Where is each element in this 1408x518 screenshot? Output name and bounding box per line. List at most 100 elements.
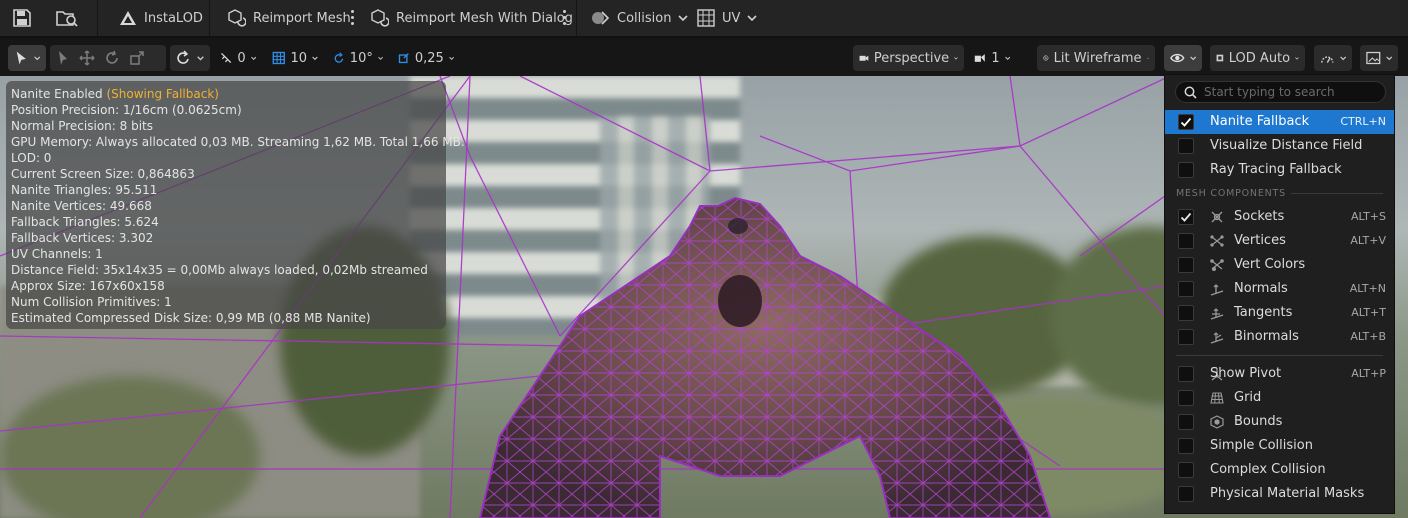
menu-search-field[interactable] bbox=[1175, 81, 1386, 103]
chevron-down-icon bbox=[1339, 55, 1346, 60]
coordinate-system-button[interactable] bbox=[170, 45, 210, 71]
menu-item-tangents[interactable]: Tangents ALT+T bbox=[1165, 301, 1394, 325]
layout-menu[interactable] bbox=[1360, 45, 1398, 71]
show-pivot-checkbox[interactable] bbox=[1178, 366, 1194, 382]
angle-snap-icon bbox=[334, 52, 344, 63]
menu-item-complex-collision[interactable]: Complex Collision bbox=[1165, 458, 1394, 482]
menu-item-label: Complex Collision bbox=[1210, 462, 1326, 477]
performance-menu[interactable] bbox=[1314, 45, 1352, 71]
uv-menu[interactable]: UV bbox=[697, 0, 757, 36]
main-toolbar: InstaLOD Reimport Mesh Reimport Mesh Wit… bbox=[0, 0, 1408, 38]
chevron-down-icon bbox=[954, 56, 958, 60]
menu-item-nanite-fallback[interactable]: Nanite Fallback CTRL+N bbox=[1165, 110, 1394, 134]
menu-item-normals[interactable]: Normals ALT+N bbox=[1165, 277, 1394, 301]
transform-tools bbox=[50, 45, 166, 71]
menu-item-physical-material-masks[interactable]: Physical Material Masks bbox=[1165, 482, 1394, 506]
nanite-fallback-checkbox[interactable] bbox=[1178, 114, 1194, 130]
menu-search-input[interactable] bbox=[1204, 85, 1374, 99]
grid-snap-button[interactable]: 10 bbox=[266, 45, 324, 71]
view-mode-menu[interactable]: Lit Wireframe bbox=[1037, 45, 1155, 71]
grid-snap-icon bbox=[272, 51, 285, 65]
menu-item-ray-tracing-fallback[interactable]: Ray Tracing Fallback bbox=[1165, 158, 1394, 182]
menu-item-label: Normals bbox=[1234, 281, 1288, 296]
menu-item-label: Ray Tracing Fallback bbox=[1210, 162, 1342, 177]
rotate-snap-value: 0 bbox=[237, 50, 246, 66]
vert-colors-icon bbox=[1210, 259, 1224, 271]
nanite-enabled-text: Nanite Enabled bbox=[11, 87, 103, 101]
menu-item-label: Binormals bbox=[1234, 329, 1299, 344]
scale-snap-button[interactable]: 0,25 bbox=[392, 45, 460, 71]
normals-checkbox[interactable] bbox=[1178, 281, 1194, 297]
chevron-down-icon bbox=[449, 56, 454, 60]
select-arrow-icon[interactable] bbox=[56, 50, 70, 66]
stat-line: Distance Field: 35x14x35 = 0,00Mb always… bbox=[11, 263, 428, 277]
uv-label: UV bbox=[722, 10, 741, 26]
physical-material-masks-checkbox[interactable] bbox=[1178, 486, 1194, 502]
simple-collision-checkbox[interactable] bbox=[1178, 438, 1194, 454]
save-button[interactable] bbox=[12, 0, 32, 36]
checkmark-icon bbox=[1180, 117, 1192, 127]
select-mode-button[interactable] bbox=[8, 45, 46, 71]
stat-line: Fallback Triangles: 5.624 bbox=[11, 215, 159, 229]
vertices-icon bbox=[1210, 235, 1224, 247]
menu-item-label: Physical Material Masks bbox=[1210, 486, 1365, 501]
collision-menu[interactable]: Collision bbox=[590, 0, 689, 36]
search-icon bbox=[1184, 86, 1197, 99]
instalod-label: InstaLOD bbox=[144, 10, 203, 26]
perspective-menu[interactable]: Perspective bbox=[853, 45, 964, 71]
bounds-checkbox[interactable] bbox=[1178, 414, 1194, 430]
menu-item-grid[interactable]: Grid bbox=[1165, 386, 1394, 410]
menu-item-visualize-distance-field[interactable]: Visualize Distance Field bbox=[1165, 134, 1394, 158]
menu-item-vertices[interactable]: Vertices ALT+V bbox=[1165, 229, 1394, 253]
folder-search-icon bbox=[56, 11, 78, 27]
menu-item-shortcut: ALT+T bbox=[1351, 306, 1386, 319]
menu-item-show-pivot[interactable]: Show Pivot ALT+P bbox=[1165, 362, 1394, 386]
sockets-checkbox[interactable] bbox=[1178, 209, 1194, 225]
grid-snap-value: 10 bbox=[290, 50, 308, 66]
rotate-icon[interactable] bbox=[104, 50, 120, 66]
menu-item-shortcut: CTRL+N bbox=[1340, 115, 1386, 128]
menu-item-binormals[interactable]: Binormals ALT+B bbox=[1165, 325, 1394, 349]
browse-asset-button[interactable] bbox=[55, 0, 79, 36]
chevron-down-icon bbox=[33, 55, 40, 60]
tangents-checkbox[interactable] bbox=[1178, 305, 1194, 321]
instalod-button[interactable]: InstaLOD bbox=[119, 0, 203, 36]
lod-menu[interactable]: LOD Auto bbox=[1210, 45, 1305, 71]
camera-speed-icon bbox=[974, 54, 985, 62]
collision-label: Collision bbox=[617, 10, 672, 26]
show-menu-button[interactable] bbox=[1164, 45, 1202, 71]
ray-tracing-fallback-checkbox[interactable] bbox=[1178, 162, 1194, 178]
grid-checkbox[interactable] bbox=[1178, 390, 1194, 406]
camera-speed-button[interactable]: 1 bbox=[968, 45, 1016, 71]
vertices-checkbox[interactable] bbox=[1178, 233, 1194, 249]
reimport-mesh-options-button[interactable] bbox=[351, 10, 355, 26]
reimport-mesh-dialog-label: Reimport Mesh With Dialog bbox=[396, 10, 573, 26]
reimport-mesh-button[interactable]: Reimport Mesh bbox=[226, 0, 351, 36]
chevron-down-icon bbox=[197, 55, 204, 60]
surface-snap-button[interactable]: 0 bbox=[214, 45, 262, 71]
scale-icon[interactable] bbox=[129, 50, 145, 66]
gauge-icon bbox=[1321, 56, 1334, 63]
menu-item-simple-collision[interactable]: Simple Collision bbox=[1165, 434, 1394, 458]
visualize-distance-field-checkbox[interactable] bbox=[1178, 138, 1194, 154]
view-mode-label: Lit Wireframe bbox=[1053, 50, 1142, 66]
menu-item-sockets[interactable]: Sockets ALT+S bbox=[1165, 205, 1394, 229]
complex-collision-checkbox[interactable] bbox=[1178, 462, 1194, 478]
menu-item-vert-colors[interactable]: Vert Colors bbox=[1165, 253, 1394, 277]
binormals-checkbox[interactable] bbox=[1178, 329, 1194, 345]
menu-item-label: Simple Collision bbox=[1210, 438, 1313, 453]
menu-item-label: Tangents bbox=[1234, 305, 1293, 320]
vert-colors-checkbox[interactable] bbox=[1178, 257, 1194, 273]
reimport-dialog-options-button[interactable] bbox=[563, 10, 567, 26]
move-icon[interactable] bbox=[79, 50, 95, 66]
nanite-status-line: Nanite Enabled (Showing Fallback) bbox=[11, 86, 441, 102]
stat-line: GPU Memory: Always allocated 0,03 MB. St… bbox=[11, 135, 465, 149]
chevron-down-icon bbox=[1004, 56, 1010, 60]
stat-line: Approx Size: 167x60x158 bbox=[11, 279, 165, 293]
menu-item-bounds[interactable]: Bounds bbox=[1165, 410, 1394, 434]
collision-icon bbox=[592, 11, 610, 25]
angle-snap-button[interactable]: 10° bbox=[327, 45, 389, 71]
reimport-mesh-dialog-button[interactable]: Reimport Mesh With Dialog bbox=[369, 0, 573, 36]
show-flags-menu: Nanite Fallback CTRL+N Visualize Distanc… bbox=[1164, 74, 1395, 514]
uv-grid-icon bbox=[697, 9, 715, 27]
